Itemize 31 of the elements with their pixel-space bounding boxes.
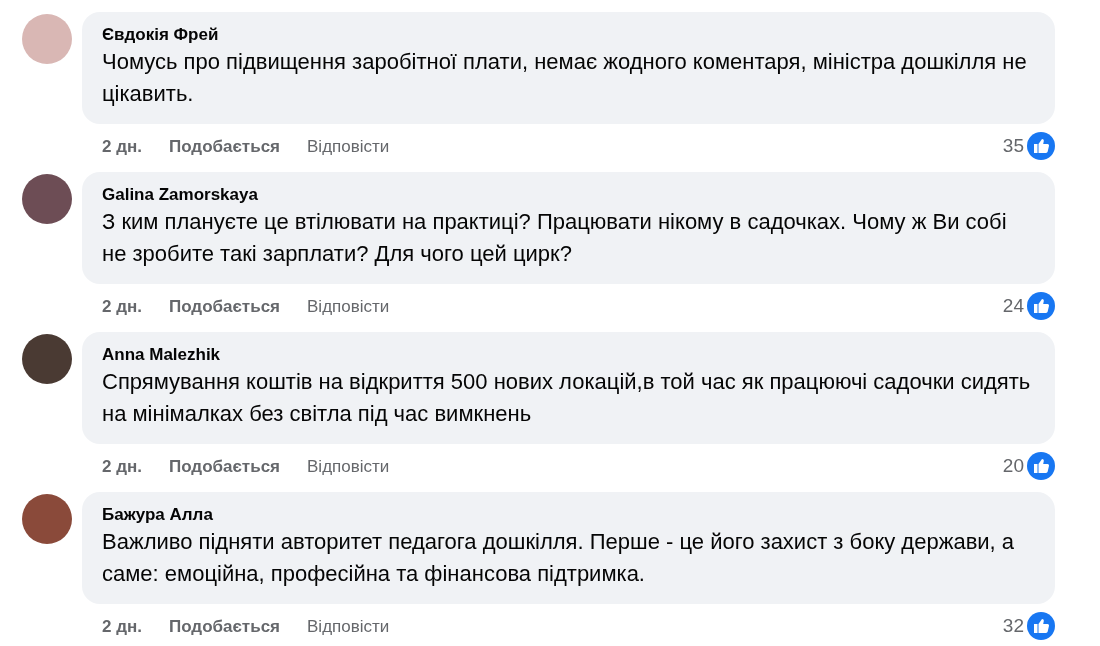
reply-link[interactable]: Відповісти	[307, 453, 390, 479]
like-link[interactable]: Подобається	[168, 293, 281, 319]
like-link[interactable]: Подобається	[168, 613, 281, 639]
reaction-count: 32	[1002, 614, 1024, 638]
reaction-count: 24	[1002, 294, 1024, 318]
comment-time[interactable]: 2 дн.	[102, 293, 142, 319]
comment-time[interactable]: 2 дн.	[102, 133, 142, 159]
author-name[interactable]: Galina Zamorskaya	[102, 184, 1035, 206]
comment-text: Чомусь про підвищення заробітної плати, немає жодного коментаря, міністра дошкілля не цікавить.	[102, 48, 1028, 108]
thumbs-up-icon[interactable]	[1027, 292, 1055, 321]
comment-text: Важливо підняти авторитет педагога дошкілля. Перше - це його захист з боку держави, а саме: емоційна, професійна та фінансова підтримка.	[102, 528, 1016, 588]
thumbs-up-icon[interactable]	[1027, 452, 1055, 481]
thumbs-up-icon[interactable]	[1027, 612, 1055, 641]
thumbs-up-icon[interactable]	[1027, 132, 1055, 161]
reaction-count: 20	[1002, 454, 1024, 478]
reply-link[interactable]: Відповісти	[307, 613, 390, 639]
author-name[interactable]: Anna Malezhik	[102, 344, 1035, 366]
comment-time[interactable]: 2 дн.	[102, 613, 142, 639]
author-name[interactable]: Бажура Алла	[102, 504, 1035, 526]
comment-time[interactable]: 2 дн.	[102, 453, 142, 479]
reaction-count: 35	[1002, 134, 1024, 158]
avatar-photo-placeholder[interactable]	[22, 174, 72, 224]
comment-text: З ким плануєте це втілювати на практиці? Працювати нікому в садочках. Чому ж Ви собі не зробите такі зарплати? Для чого цей цирк?	[102, 208, 1008, 268]
comment-text: Спрямування коштів на відкриття 500 нових локацій,в той час як працюючі садочки сидять на мінімалках без світла під час вимкнень	[102, 368, 1032, 428]
like-link[interactable]: Подобається	[168, 453, 281, 479]
reply-link[interactable]: Відповісти	[307, 293, 390, 319]
reply-link[interactable]: Відповісти	[307, 133, 390, 159]
avatar-photo-placeholder[interactable]	[22, 334, 72, 384]
like-link[interactable]: Подобається	[168, 133, 281, 159]
author-name[interactable]: Євдокія Фрей	[102, 24, 1035, 46]
avatar-photo-placeholder[interactable]	[22, 494, 72, 544]
